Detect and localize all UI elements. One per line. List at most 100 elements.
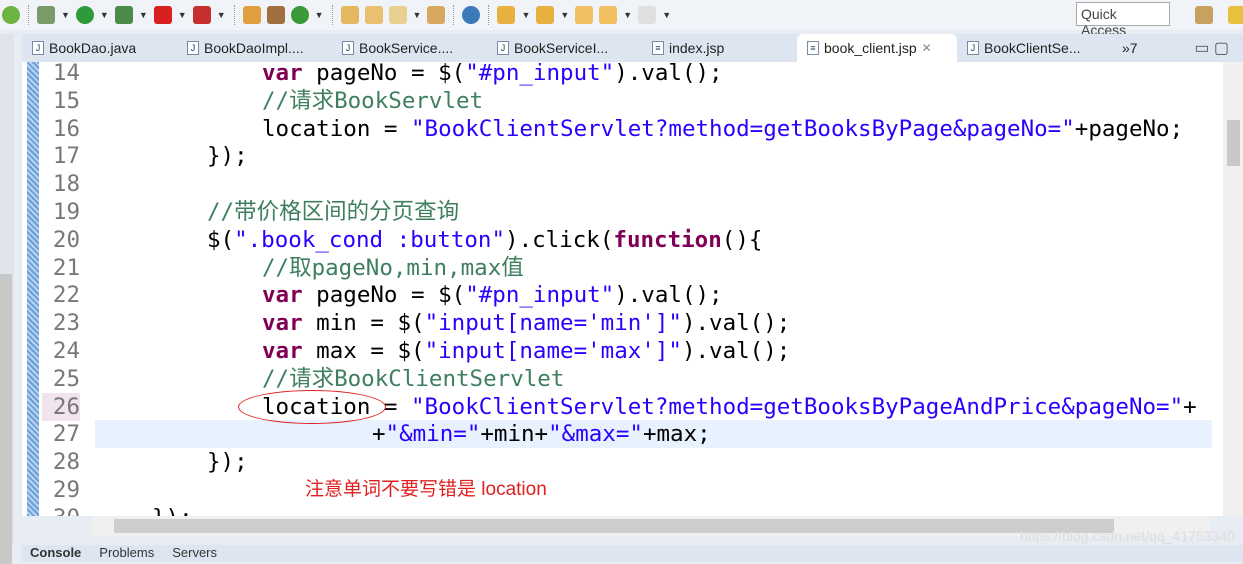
tab-label: BookClientSe...	[984, 40, 1081, 56]
code-text: var pageNo = $("#pn_input").val();	[262, 282, 723, 309]
tab-bookdaoimpl-[interactable]: J BookDaoImpl....	[177, 34, 332, 62]
tab-index-jsp[interactable]: ≡ index.jsp	[642, 34, 797, 62]
minimize-maximize-icons[interactable]: ▭ ▢	[1194, 38, 1229, 58]
code-text: //取pageNo,min,max值	[262, 254, 524, 281]
code-line[interactable]: 17});	[22, 142, 1212, 170]
line-number: 27	[52, 421, 80, 448]
code-line[interactable]: 21 //取pageNo,min,max值	[22, 254, 1212, 282]
run-icon[interactable]	[75, 6, 94, 24]
java-ee-perspective-icon[interactable]	[1228, 6, 1243, 24]
code-line[interactable]: 19 //带价格区间的分页查询	[22, 198, 1212, 226]
new-class-icon[interactable]	[290, 6, 309, 24]
line-number: 22	[52, 282, 80, 309]
line-number: 21	[52, 254, 80, 281]
open-perspective-icon[interactable]	[1195, 6, 1213, 24]
bottom-panel-tabs: Console Problems Servers	[22, 545, 1243, 562]
editor-tabs: J BookDao.java J BookDaoImpl.... J BookServic…	[22, 34, 1243, 62]
folder-icon[interactable]	[427, 6, 446, 24]
vertical-scrollbar[interactable]	[1223, 62, 1243, 516]
code-line[interactable]: 23 var min = $("input[name='min']").val()…	[22, 309, 1212, 337]
code-text: var pageNo = $("#pn_input").val();	[262, 62, 723, 86]
code-line[interactable]: 28});	[22, 448, 1212, 476]
run-external-icon[interactable]	[114, 6, 133, 24]
code-line[interactable]: 24 var max = $("input[name='max']").val()…	[22, 337, 1212, 365]
annotation-ellipse	[238, 390, 386, 424]
back-icon[interactable]	[599, 6, 618, 24]
tab-console[interactable]: Console	[30, 545, 81, 562]
code-line[interactable]: 20 $(".book_cond :button").click(function…	[22, 226, 1212, 254]
line-number: 28	[52, 449, 80, 476]
line-number: 16	[52, 115, 80, 142]
forward-icon[interactable]	[638, 6, 657, 24]
left-panel	[0, 34, 14, 564]
code-text: });	[152, 504, 193, 516]
quick-access-input[interactable]: Quick Access	[1076, 2, 1170, 38]
tab-servers[interactable]: Servers	[172, 545, 217, 562]
jsp-file-icon: ≡	[807, 41, 819, 55]
code-line[interactable]: 30});	[22, 504, 1212, 516]
code-editor[interactable]: 注意单词不要写错是 location 14 var pageNo = $("#pn…	[22, 62, 1243, 516]
stop-icon[interactable]	[153, 6, 172, 24]
tab-label: BookDaoImpl....	[204, 40, 304, 56]
code-line[interactable]: 15 //请求BookServlet	[22, 87, 1212, 115]
code-line[interactable]: 29	[22, 476, 1212, 504]
code-line[interactable]: 18	[22, 170, 1212, 198]
code-line[interactable]: 16 location = "BookClientServlet?method=g…	[22, 115, 1212, 143]
globe-icon[interactable]	[462, 6, 481, 24]
java-file-icon: J	[187, 41, 199, 55]
spring-icon[interactable]	[2, 6, 20, 24]
line-number: 18	[52, 171, 80, 198]
line-number: 24	[52, 338, 80, 364]
code-text: +"&min="+min+"&max="+max;	[372, 421, 711, 448]
code-line[interactable]: 22 var pageNo = $("#pn_input").val();	[22, 281, 1212, 309]
tab-bookdao-java[interactable]: J BookDao.java	[22, 34, 177, 62]
tab-bookservicei-[interactable]: J BookServiceI...	[487, 34, 642, 62]
vertical-scroll-thumb[interactable]	[1227, 120, 1240, 166]
prev-annotation-icon[interactable]	[536, 6, 555, 24]
code-line[interactable]: 25 //请求BookClientServlet	[22, 365, 1212, 393]
line-number: 14	[52, 62, 80, 86]
open-type-icon[interactable]	[364, 6, 383, 24]
tab-label: BookServiceI...	[514, 40, 609, 56]
tab-label: BookService....	[359, 40, 454, 56]
code-line[interactable]: 27 +"&min="+min+"&max="+max;	[22, 420, 1212, 448]
left-scrollbar[interactable]	[0, 274, 12, 564]
jsp-file-icon: ≡	[652, 41, 664, 55]
code-line[interactable]: 26 location = "BookClientServlet?method=g…	[22, 392, 1212, 421]
close-tab-icon[interactable]: ✕	[922, 41, 932, 55]
code-text: //请求BookServlet	[262, 87, 484, 114]
tab-overflow[interactable]: »7	[1112, 34, 1172, 62]
line-number: 26	[42, 392, 80, 421]
horizontal-scroll-thumb[interactable]	[114, 519, 1114, 533]
package-icon[interactable]	[266, 6, 285, 24]
open-folder-icon[interactable]	[340, 6, 359, 24]
java-file-icon: J	[497, 41, 509, 55]
line-number: 23	[52, 310, 80, 337]
line-number: 25	[52, 365, 80, 392]
next-annotation-icon[interactable]	[497, 6, 516, 24]
tab-label: index.jsp	[669, 40, 725, 56]
debug-icon[interactable]	[37, 6, 55, 24]
code-text: location = "BookClientServlet?method=get…	[262, 115, 1184, 142]
code-text: });	[207, 449, 248, 476]
pen-icon[interactable]	[388, 6, 407, 24]
tab-label: book_client.jsp	[824, 40, 917, 56]
line-number: 29	[52, 477, 80, 503]
watermark: https://blog.csdn.net/qq_41753340	[1020, 528, 1235, 544]
code-text: //请求BookClientServlet	[262, 365, 565, 392]
new-project-icon[interactable]	[242, 6, 261, 24]
tab-bookclientse-[interactable]: J BookClientSe...	[957, 34, 1112, 62]
java-file-icon: J	[32, 41, 44, 55]
line-number: 30	[42, 504, 80, 516]
tab-problems[interactable]: Problems	[99, 545, 154, 562]
code-text: //带价格区间的分页查询	[207, 199, 460, 225]
line-number: 15	[52, 87, 80, 114]
line-number: 20	[52, 226, 80, 253]
code-text: var max = $("input[name='max']").val();	[262, 338, 791, 364]
code-text: });	[207, 143, 248, 170]
last-edit-icon[interactable]	[575, 6, 594, 24]
server-run-icon[interactable]	[192, 6, 211, 24]
tab-bookservice-[interactable]: J BookService....	[332, 34, 487, 62]
tab-book-client-jsp[interactable]: ≡ book_client.jsp ✕	[797, 34, 957, 62]
code-line[interactable]: 14 var pageNo = $("#pn_input").val();	[22, 62, 1212, 87]
